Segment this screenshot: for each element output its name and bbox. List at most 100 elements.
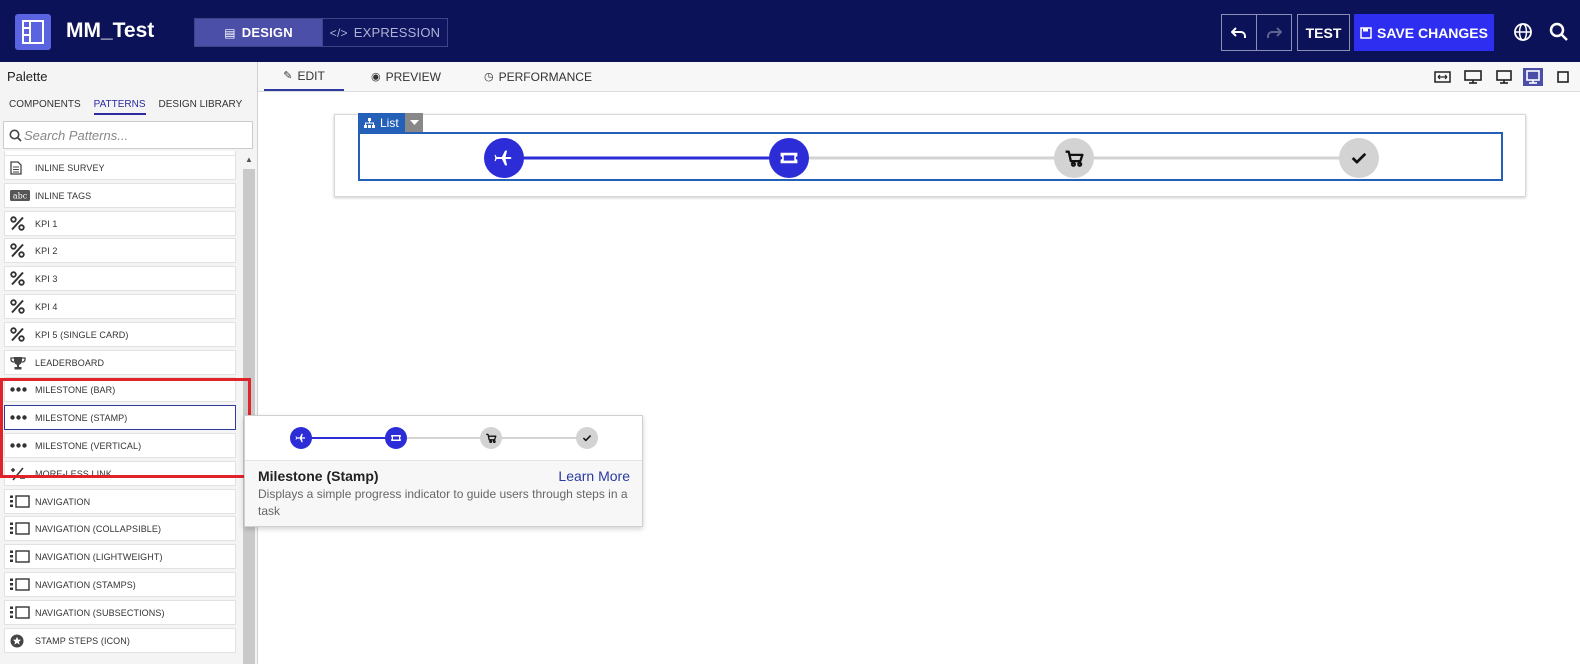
percent-icon	[10, 271, 32, 286]
design-mode-button[interactable]: ▤ DESIGN	[195, 19, 322, 46]
learn-more-link[interactable]: Learn More	[558, 468, 630, 484]
milestone-step-ticket	[385, 427, 407, 449]
code-icon: </>	[329, 25, 348, 40]
tab-performance[interactable]: ◷ PERFORMANCE	[484, 62, 592, 91]
list-item[interactable]: KPI 3	[4, 266, 236, 291]
list-item-label: MILESTONE (STAMP)	[35, 412, 128, 423]
list-item[interactable]: NAVIGATION (LIGHTWEIGHT)	[4, 544, 236, 569]
mode-toggle: ▤ DESIGN </> EXPRESSION	[194, 18, 448, 47]
tab-components[interactable]: COMPONENTS	[9, 99, 81, 115]
list-item[interactable]: KPI 5 (SINGLE CARD)	[4, 322, 236, 347]
tooltip-description: Displays a simple progress indicator to …	[258, 487, 628, 518]
list-item[interactable]: INLINE SURVEY	[4, 155, 236, 180]
list-item[interactable]: LEADERBOARD	[4, 350, 236, 375]
save-changes-button[interactable]: SAVE CHANGES	[1354, 14, 1494, 51]
navigation-icon	[10, 606, 32, 619]
list-item-label: INLINE TAGS	[35, 190, 92, 201]
list-item-label: NAVIGATION (SUBSECTIONS)	[35, 607, 165, 618]
abc-icon: abc	[10, 190, 32, 201]
tab-edit-label: EDIT	[297, 68, 325, 83]
list-item-label: KPI 2	[35, 245, 58, 256]
list-item[interactable]: STAMP STEPS (ICON)	[4, 628, 236, 653]
list-item-label: NAVIGATION (COLLAPSIBLE)	[35, 523, 162, 534]
redo-button[interactable]	[1256, 14, 1292, 51]
milestone-stamp-component[interactable]	[360, 134, 1501, 179]
list-item-label: KPI 3	[35, 273, 58, 284]
list-item-label: MILESTONE (VERTICAL)	[35, 440, 142, 451]
milestone-step-cart	[1054, 138, 1094, 178]
undo-button[interactable]	[1221, 14, 1257, 51]
list-item[interactable]: NAVIGATION	[4, 489, 236, 514]
design-canvas[interactable]: List	[258, 92, 1580, 664]
navigation-icon	[10, 495, 32, 508]
eye-icon: ◉	[371, 71, 381, 83]
percent-icon	[10, 327, 32, 342]
list-item-label: MILESTONE (BAR)	[35, 384, 116, 395]
caret-down-icon	[409, 120, 419, 125]
percent-icon	[10, 216, 32, 231]
list-dropdown-button[interactable]	[405, 113, 423, 132]
tablet-icon[interactable]	[1553, 68, 1573, 86]
list-item-label: MORE-LESS LINK	[35, 468, 112, 479]
milestone-step-check	[1339, 138, 1379, 178]
test-button[interactable]: TEST	[1297, 14, 1350, 51]
list-item[interactable]: MILESTONE (BAR)	[4, 377, 236, 402]
pattern-search-box	[3, 121, 253, 149]
palette-panel: Palette COMPONENTS PATTERNS DESIGN LIBRA…	[0, 62, 258, 664]
list-item-label: KPI 4	[35, 301, 58, 312]
list-item[interactable]: KPI 1	[4, 211, 236, 236]
list-item[interactable]: MORE-LESS LINK	[4, 461, 236, 486]
star-circle-icon	[10, 634, 32, 648]
percent-icon	[10, 299, 32, 314]
list-item-label: NAVIGATION (LIGHTWEIGHT)	[35, 551, 163, 562]
list-item[interactable]: KPI 4	[4, 294, 236, 319]
list-item-label: NAVIGATION (STAMPS)	[35, 579, 136, 590]
navigation-icon	[10, 550, 32, 563]
desktop-wide-icon[interactable]	[1463, 68, 1483, 86]
fit-width-icon[interactable]	[1432, 68, 1452, 86]
palette-title: Palette	[7, 69, 48, 84]
save-icon	[1360, 26, 1372, 39]
pattern-preview-tooltip: Milestone (Stamp) Learn More Displays a …	[244, 415, 643, 527]
list-item-label: INLINE SURVEY	[35, 162, 105, 173]
list-item[interactable]: abc INLINE TAGS	[4, 183, 236, 208]
globe-icon[interactable]	[1513, 22, 1533, 42]
list-item[interactable]: NAVIGATION (STAMPS)	[4, 572, 236, 597]
navigation-icon	[10, 578, 32, 591]
app-layout-icon[interactable]	[15, 14, 51, 50]
list-item[interactable]: MILESTONE (STAMP)	[4, 405, 236, 430]
list-item-label: STAMP STEPS (ICON)	[35, 635, 130, 646]
tab-patterns[interactable]: PATTERNS	[93, 99, 146, 115]
save-changes-label: SAVE CHANGES	[1377, 24, 1488, 41]
tab-edit[interactable]: ✎ EDIT	[264, 62, 344, 91]
desktop-icon[interactable]	[1494, 68, 1514, 86]
search-icon	[9, 129, 22, 142]
list-item[interactable]: NAVIGATION (SUBSECTIONS)	[4, 600, 236, 625]
milestone-preview	[290, 427, 598, 449]
milestone-step-cart	[480, 427, 502, 449]
palette-scrollbar[interactable]: ▲	[242, 151, 256, 664]
list-item[interactable]: KPI 2	[4, 238, 236, 263]
redo-icon	[1267, 26, 1282, 38]
list-item-label: KPI 1	[35, 218, 58, 229]
tab-performance-label: PERFORMANCE	[498, 69, 592, 84]
palette-tabs: COMPONENTS PATTERNS DESIGN LIBRARY	[9, 99, 255, 115]
canvas-tab-bar: ✎ EDIT ◉ PREVIEW ◷ PERFORMANCE	[258, 62, 1580, 92]
tooltip-title: Milestone (Stamp)	[258, 468, 379, 484]
interface-frame: List	[334, 113, 1526, 197]
clock-icon: ◷	[484, 71, 494, 83]
search-icon[interactable]	[1549, 22, 1569, 42]
pattern-search-input[interactable]	[24, 126, 244, 144]
tab-preview-label: PREVIEW	[385, 69, 441, 84]
monitor-icon[interactable]	[1523, 68, 1543, 86]
expression-mode-button[interactable]: </> EXPRESSION	[322, 19, 447, 46]
scroll-up-icon[interactable]: ▲	[245, 155, 253, 164]
list-item[interactable]: MILESTONE (VERTICAL)	[4, 433, 236, 458]
milestone-list-selection[interactable]	[358, 132, 1503, 181]
list-component-tag[interactable]: List	[358, 113, 405, 132]
list-item[interactable]: NAVIGATION (COLLAPSIBLE)	[4, 516, 236, 541]
tab-design-library[interactable]: DESIGN LIBRARY	[159, 99, 243, 115]
hierarchy-icon	[364, 117, 375, 128]
tab-preview[interactable]: ◉ PREVIEW	[371, 62, 441, 91]
milestone-step-airplane	[484, 138, 524, 178]
